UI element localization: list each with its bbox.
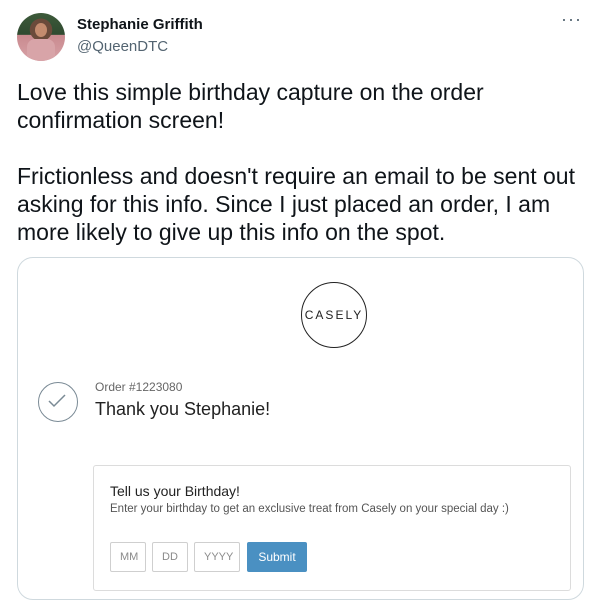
submit-button[interactable]: Submit: [247, 542, 307, 572]
order-number: Order #1223080: [95, 380, 183, 394]
birthday-capture-form: Tell us your Birthday! Enter your birthd…: [93, 465, 571, 591]
birthday-description: Enter your birthday to get an exclusive …: [110, 503, 509, 515]
casely-logo: CASELY: [301, 282, 367, 348]
user-name[interactable]: Stephanie Griffith: [77, 16, 203, 33]
birthday-title: Tell us your Birthday!: [110, 483, 240, 499]
user-handle[interactable]: @QueenDTC: [77, 38, 168, 55]
avatar-body: [27, 39, 55, 61]
avatar-face: [35, 23, 47, 37]
birth-year-field[interactable]: [194, 542, 240, 572]
attached-image-card[interactable]: CASELY Order #1223080 Thank you Stephani…: [17, 257, 584, 600]
birth-month-field[interactable]: [110, 542, 146, 572]
thank-you-heading: Thank you Stephanie!: [95, 399, 271, 419]
avatar[interactable]: [17, 13, 65, 61]
checkmark-icon: [38, 382, 78, 422]
birth-day-field[interactable]: [152, 542, 188, 572]
tweet-text: Love this simple birthday capture on the…: [17, 79, 575, 245]
more-options-icon[interactable]: ···: [561, 10, 582, 28]
